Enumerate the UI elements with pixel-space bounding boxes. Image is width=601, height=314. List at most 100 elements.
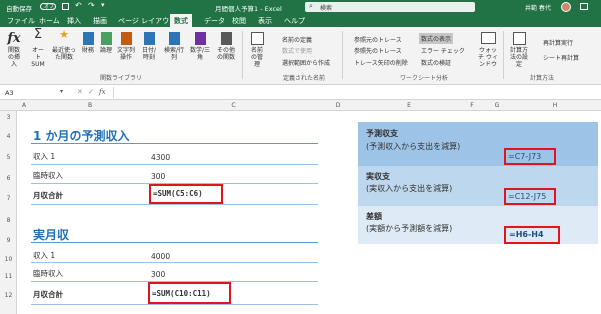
insert-function-button[interactable]: fx 関数の挿入 xyxy=(3,31,25,68)
actual-extra-label[interactable]: 臨時収入 xyxy=(33,268,63,279)
tab-page-layout[interactable]: ページ レイアウト xyxy=(118,16,176,26)
calc-sheet-button[interactable]: シート再計算 xyxy=(543,53,579,62)
lookup-button[interactable]: 検索/行列 xyxy=(162,31,186,61)
trace-dependents-button[interactable]: 参照先のトレース xyxy=(354,46,402,55)
undo-icon[interactable]: ↶ xyxy=(75,1,82,10)
tab-file[interactable]: ファイル xyxy=(7,16,35,26)
row-header[interactable]: 4 xyxy=(0,133,17,140)
column-header[interactable]: A xyxy=(17,102,31,109)
enter-icon[interactable]: ✓ xyxy=(88,88,94,96)
extra-income-value[interactable]: 300 xyxy=(151,172,165,181)
logical-button[interactable]: 論理 xyxy=(98,31,114,54)
trace-precedents-button[interactable]: 参照元のトレース xyxy=(354,35,402,44)
column-header[interactable]: B xyxy=(31,102,149,109)
book-icon xyxy=(168,32,180,45)
column-header[interactable]: C xyxy=(149,102,318,109)
actual-total-formula[interactable]: =SUM(C10:C11) xyxy=(152,289,211,298)
summary-title: 実収支 xyxy=(366,172,390,181)
watch-window-button[interactable]: ウォッチ ウィンドウ xyxy=(476,31,500,68)
tab-view[interactable]: 表示 xyxy=(258,16,272,26)
income1-value[interactable]: 4300 xyxy=(151,153,170,162)
text-label: 文字列操作 xyxy=(117,47,136,61)
extra-income-label[interactable]: 臨時収入 xyxy=(33,170,63,181)
row-header[interactable]: 11 xyxy=(0,273,17,280)
use-in-formula-button[interactable]: 数式で使用 xyxy=(282,46,312,55)
show-formulas-button[interactable]: 数式の表示 xyxy=(419,33,454,44)
tab-review[interactable]: 校閲 xyxy=(232,16,246,26)
window-title: 月間個人予算1 - Excel xyxy=(215,5,282,13)
actual-income1-label[interactable]: 収入 1 xyxy=(33,250,55,261)
divider xyxy=(242,31,243,79)
recent-functions-button[interactable]: ★ 最近使った関数 xyxy=(51,29,77,61)
income1-label[interactable]: 収入 1 xyxy=(33,151,55,162)
cancel-icon[interactable]: ✕ xyxy=(77,88,83,96)
row-header[interactable]: 5 xyxy=(0,154,17,161)
column-header[interactable]: E xyxy=(358,102,460,109)
divider xyxy=(31,242,318,243)
autosave-toggle[interactable]: オフ xyxy=(40,3,56,10)
row-header[interactable]: 6 xyxy=(0,175,17,182)
tab-insert[interactable]: 挿入 xyxy=(67,16,81,26)
more-label: その他の関数 xyxy=(216,47,235,61)
save-icon[interactable] xyxy=(62,3,69,10)
summary-box-projected[interactable]: 予測収支 (予測収入から支出を減算) =C7-J73 xyxy=(358,122,598,166)
formula-bar: A3 ▾ ✕ ✓ fx xyxy=(0,86,601,100)
datetime-button[interactable]: 日付/時刻 xyxy=(138,31,160,61)
tab-home[interactable]: ホーム xyxy=(39,16,60,26)
section-title-projected[interactable]: 1 か月の予測収入 xyxy=(33,127,130,144)
actual-extra-value[interactable]: 300 xyxy=(151,270,165,279)
divider xyxy=(31,304,318,305)
remove-arrows-button[interactable]: トレース矢印の削除 xyxy=(354,58,408,67)
formula-input[interactable] xyxy=(113,87,599,98)
tab-formulas[interactable]: 数式 xyxy=(170,14,192,27)
row-header[interactable]: 8 xyxy=(0,217,17,224)
column-header[interactable]: F xyxy=(460,102,484,109)
summary-formula: =C7-J73 xyxy=(508,152,542,161)
divider xyxy=(31,164,318,165)
tag-icon xyxy=(250,32,264,45)
create-from-selection-button[interactable]: 選択範囲から作成 xyxy=(282,58,330,67)
financial-button[interactable]: 財務 xyxy=(80,31,96,54)
row-header[interactable]: 12 xyxy=(0,292,17,299)
recent-label: 最近使った関数 xyxy=(52,47,77,61)
summary-desc: (予測収入から支出を減算) xyxy=(366,142,461,151)
text-button[interactable]: 文字列操作 xyxy=(116,31,136,61)
column-header[interactable]: H xyxy=(510,102,600,109)
column-header[interactable]: D xyxy=(318,102,358,109)
evaluate-formula-button[interactable]: 数式の検証 xyxy=(421,58,451,67)
divider xyxy=(31,204,318,205)
summary-box-actual[interactable]: 実収支 (実収入から支出を減算) =C12-J75 xyxy=(358,166,598,206)
row-header[interactable]: 7 xyxy=(0,195,17,202)
monthly-total-formula[interactable]: =SUM(C5:C6) xyxy=(153,189,203,198)
name-box-dropdown-icon[interactable]: ▾ xyxy=(60,88,63,95)
calc-options-label: 計算方法の設定 xyxy=(509,47,528,68)
summary-title: 予測収支 xyxy=(366,129,398,138)
tab-draw[interactable]: 描画 xyxy=(93,16,107,26)
actual-income1-value[interactable]: 4000 xyxy=(151,252,170,261)
search-box[interactable]: ⌕ 検索 xyxy=(305,2,475,12)
customize-icon[interactable]: ▾ xyxy=(101,1,105,9)
more-functions-button[interactable]: その他の関数 xyxy=(214,31,238,61)
tab-data[interactable]: データ xyxy=(204,16,225,26)
column-header[interactable]: G xyxy=(484,102,510,109)
autosum-button[interactable]: Σ オート SUM xyxy=(28,28,48,68)
row-header[interactable]: 9 xyxy=(0,237,17,244)
summary-box-difference[interactable]: 差額 (実額から予測額を減算) =H6-H4 xyxy=(358,206,598,244)
avatar[interactable] xyxy=(561,2,571,12)
fx-label[interactable]: fx xyxy=(99,88,106,96)
actual-total-label[interactable]: 月収合計 xyxy=(33,289,63,300)
calc-options-button[interactable]: 計算方法の設定 xyxy=(507,31,531,68)
name-manager-button[interactable]: 名前の管理 xyxy=(246,31,268,68)
row-header[interactable]: 10 xyxy=(0,256,17,263)
ribbon-display-icon[interactable] xyxy=(580,3,588,10)
redo-icon[interactable]: ↷ xyxy=(88,1,95,10)
math-button[interactable]: 数学/三角 xyxy=(188,31,212,61)
error-check-button[interactable]: エラー チェック xyxy=(421,46,465,55)
monthly-total-label[interactable]: 月収合計 xyxy=(33,190,63,201)
tab-help[interactable]: ヘルプ xyxy=(284,16,305,26)
calc-now-button[interactable]: 再計算実行 xyxy=(543,38,573,47)
define-name-button[interactable]: 名前の定義 xyxy=(282,35,312,44)
name-box[interactable]: A3 xyxy=(5,89,14,97)
row-header[interactable]: 3 xyxy=(0,114,17,121)
section-title-actual[interactable]: 実月収 xyxy=(33,226,69,243)
